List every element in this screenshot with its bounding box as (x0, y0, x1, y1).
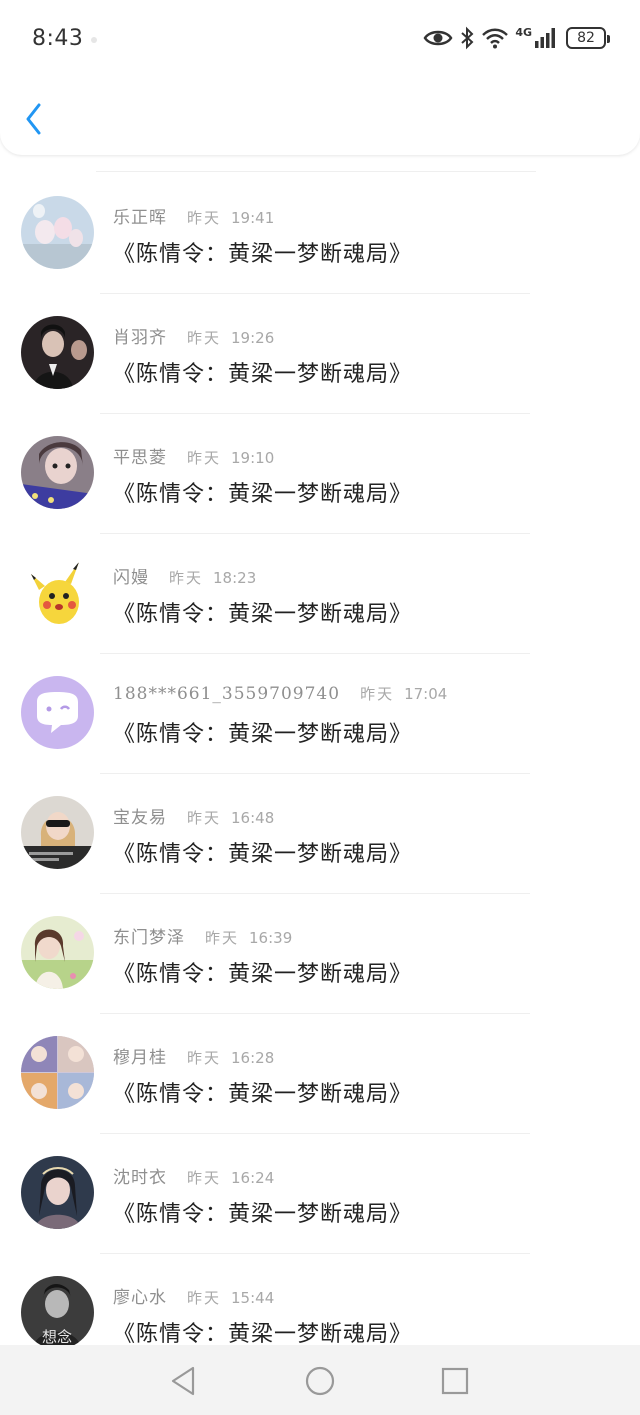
list-item[interactable]: 肖羽齐 昨天 19:26 《陈情令：黄梁一梦断魂局》 (0, 294, 640, 414)
signal-icon (535, 28, 555, 48)
comment-day: 昨天 (169, 569, 204, 587)
girl-meadow-avatar-image (21, 916, 94, 989)
status-icons: 4G 82 (423, 25, 610, 50)
person-avatar-image (21, 316, 94, 389)
divider (96, 171, 536, 172)
comment-time: 19:41 (231, 209, 275, 227)
comment-text: 《陈情令：黄梁一梦断魂局》 (113, 962, 413, 987)
avatar[interactable] (21, 556, 94, 629)
notification-dot (91, 37, 97, 43)
user-name[interactable]: 穆月桂 (113, 1043, 167, 1068)
back-triangle-icon[interactable] (166, 1364, 200, 1398)
user-name[interactable]: 188***661_3559709740 (113, 684, 340, 704)
comment-time: 16:39 (249, 929, 293, 947)
avatar[interactable]: 想念 (21, 1276, 94, 1349)
comment-text: 《陈情令：黄梁一梦断魂局》 (113, 842, 413, 867)
comment-time: 18:23 (213, 569, 257, 587)
comment-meta: 闪嫚 昨天 18:23 (113, 563, 256, 588)
avatar[interactable] (21, 916, 94, 989)
comment-time: 16:28 (231, 1049, 275, 1067)
list-item[interactable]: 沈时衣 昨天 16:24 《陈情令：黄梁一梦断魂局》 (0, 1134, 640, 1254)
comment-text: 《陈情令：黄梁一梦断魂局》 (113, 1082, 413, 1107)
chevron-left-icon[interactable] (22, 100, 46, 140)
anime-avatar-image (21, 1036, 94, 1109)
top-bar: 8:43 4G 82 (0, 0, 640, 155)
pikachu-avatar-image (21, 556, 94, 629)
eye-icon (423, 30, 453, 46)
user-name[interactable]: 肖羽齐 (113, 323, 167, 348)
comment-meta: 宝友易 昨天 16:48 (113, 803, 274, 828)
user-name[interactable]: 闪嫚 (113, 563, 149, 588)
comment-meta: 平思菱 昨天 19:10 (113, 443, 274, 468)
comment-meta: 肖羽齐 昨天 19:26 (113, 323, 274, 348)
network-type-label: 4G (515, 25, 532, 39)
list-item[interactable]: 平思菱 昨天 19:10 《陈情令：黄梁一梦断魂局》 (0, 414, 640, 534)
comment-day: 昨天 (360, 685, 395, 703)
man-avatar-image: 想念 (21, 1276, 94, 1349)
user-name[interactable]: 东门梦泽 (113, 923, 185, 948)
comment-text: 《陈情令：黄梁一梦断魂局》 (113, 1322, 413, 1347)
comment-day: 昨天 (187, 809, 222, 827)
avatar[interactable] (21, 796, 94, 869)
recents-square-icon[interactable] (438, 1364, 472, 1398)
comment-day: 昨天 (187, 209, 222, 227)
wifi-icon (482, 28, 509, 49)
comment-day: 昨天 (187, 329, 222, 347)
home-circle-icon[interactable] (303, 1364, 337, 1398)
comment-day: 昨天 (187, 1049, 222, 1067)
avatar[interactable] (21, 196, 94, 269)
comment-text: 《陈情令：黄梁一梦断魂局》 (113, 242, 413, 267)
user-name[interactable]: 宝友易 (113, 803, 167, 828)
comment-text: 《陈情令：黄梁一梦断魂局》 (113, 722, 413, 747)
comment-day: 昨天 (187, 1289, 222, 1307)
battery-level: 82 (577, 30, 595, 46)
comment-time: 19:26 (231, 329, 275, 347)
avatar[interactable] (21, 316, 94, 389)
comment-time: 19:10 (231, 449, 275, 467)
child-avatar-image (21, 796, 94, 869)
list-item[interactable]: 188***661_3559709740 昨天 17:04 《陈情令：黄梁一梦断… (0, 654, 640, 774)
list-item[interactable]: 乐正晖 昨天 19:41 《陈情令：黄梁一梦断魂局》 (0, 174, 640, 294)
avatar[interactable] (21, 436, 94, 509)
comment-text: 《陈情令：黄梁一梦断魂局》 (113, 1202, 413, 1227)
comment-meta: 廖心水 昨天 15:44 (113, 1283, 274, 1308)
bluetooth-icon (461, 26, 474, 50)
chat-bubble-avatar-image (21, 676, 94, 749)
user-name[interactable]: 平思菱 (113, 443, 167, 468)
comment-text: 《陈情令：黄梁一梦断魂局》 (113, 362, 413, 387)
avatar[interactable] (21, 1156, 94, 1229)
comment-text: 《陈情令：黄梁一梦断魂局》 (113, 602, 413, 627)
comment-day: 昨天 (187, 449, 222, 467)
avatar[interactable] (21, 1036, 94, 1109)
comment-meta: 乐正晖 昨天 19:41 (113, 203, 274, 228)
comment-time: 17:04 (404, 685, 448, 703)
comment-day: 昨天 (187, 1169, 222, 1187)
comment-time: 16:24 (231, 1169, 275, 1187)
list-item[interactable]: 东门梦泽 昨天 16:39 《陈情令：黄梁一梦断魂局》 (0, 894, 640, 1014)
girl-avatar-image (21, 436, 94, 509)
avatar[interactable] (21, 676, 94, 749)
system-nav-bar (0, 1345, 640, 1415)
comment-text: 《陈情令：黄梁一梦断魂局》 (113, 482, 413, 507)
user-name[interactable]: 乐正晖 (113, 203, 167, 228)
avatar-caption: 想念 (42, 1328, 72, 1346)
comment-meta: 188***661_3559709740 昨天 17:04 (113, 683, 447, 704)
user-name[interactable]: 廖心水 (113, 1283, 167, 1308)
comment-meta: 沈时衣 昨天 16:24 (113, 1163, 274, 1188)
woman-avatar-image (21, 1156, 94, 1229)
list-item[interactable]: 闪嫚 昨天 18:23 《陈情令：黄梁一梦断魂局》 (0, 534, 640, 654)
comment-time: 15:44 (231, 1289, 275, 1307)
comment-time: 16:48 (231, 809, 275, 827)
list-item[interactable]: 穆月桂 昨天 16:28 《陈情令：黄梁一梦断魂局》 (0, 1014, 640, 1134)
status-time: 8:43 (32, 26, 84, 51)
user-name[interactable]: 沈时衣 (113, 1163, 167, 1188)
battery-icon: 82 (566, 27, 610, 49)
comment-meta: 穆月桂 昨天 16:28 (113, 1043, 274, 1068)
balloons-avatar-image (21, 196, 94, 269)
comment-day: 昨天 (205, 929, 240, 947)
comment-meta: 东门梦泽 昨天 16:39 (113, 923, 292, 948)
list-item[interactable]: 宝友易 昨天 16:48 《陈情令：黄梁一梦断魂局》 (0, 774, 640, 894)
